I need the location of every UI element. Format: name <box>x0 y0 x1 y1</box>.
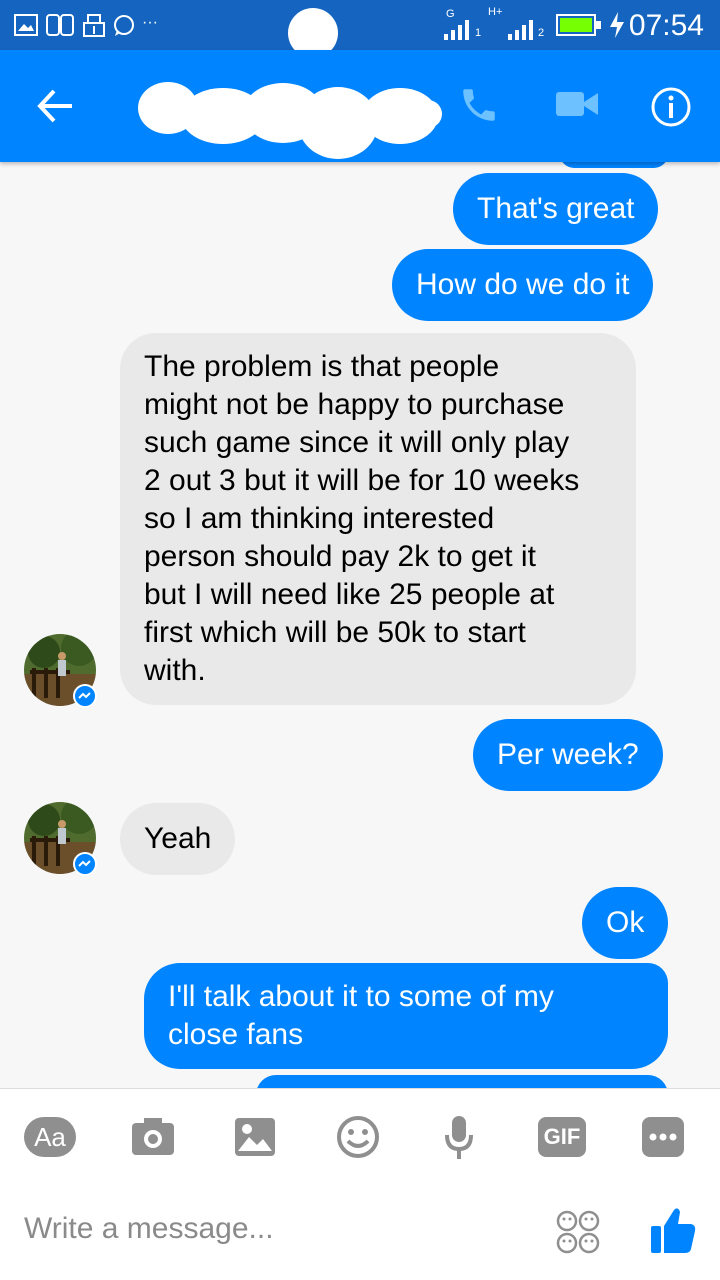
message-bubble-incoming[interactable]: Yeah <box>120 803 236 875</box>
messenger-badge-icon <box>73 684 97 708</box>
gif-label: GIF <box>543 1124 581 1149</box>
gif-icon[interactable]: GIF <box>538 1117 586 1157</box>
messenger-badge-icon <box>73 852 97 876</box>
message-bubble-outgoing[interactable]: Per week? <box>473 719 663 791</box>
message-bubble-partial[interactable] <box>256 1075 668 1088</box>
whatsapp-icon <box>114 15 134 36</box>
microphone-icon[interactable] <box>444 1115 474 1161</box>
picture-icon <box>14 14 38 36</box>
message-list[interactable]: That's great How do we do it The problem… <box>0 162 720 1088</box>
more-icon[interactable] <box>642 1117 684 1157</box>
battery-icon <box>556 14 601 36</box>
back-arrow-icon[interactable] <box>36 86 76 126</box>
thumbs-up-icon[interactable] <box>650 1206 696 1254</box>
message-bubble-partial[interactable] <box>560 162 668 168</box>
message-bubble-outgoing[interactable]: Ok <box>582 887 669 959</box>
signal1-sim: 1 <box>475 27 482 39</box>
video-camera-icon[interactable] <box>556 90 598 118</box>
message-bubble-outgoing[interactable]: How do we do it <box>392 249 654 321</box>
charging-icon <box>610 12 624 38</box>
message-bubble-outgoing[interactable]: That's great <box>453 173 659 245</box>
text-format-icon[interactable]: Aa <box>24 1117 76 1157</box>
status-bar: ··· G 1 H+ 2 07:54 <box>0 0 720 58</box>
contact-name-redaction[interactable] <box>138 68 444 162</box>
status-time: 07:54 <box>628 9 704 42</box>
signal-icon <box>508 20 533 40</box>
signal2-sim: 2 <box>538 27 545 39</box>
sticker-faces-icon[interactable] <box>556 1210 600 1254</box>
camera-icon[interactable] <box>130 1117 176 1157</box>
voicemail-icon <box>46 14 74 36</box>
conversation-header <box>0 50 720 162</box>
signal1-label: G <box>446 8 455 20</box>
message-bubble-outgoing[interactable]: I'll talk about it to some of my close f… <box>144 963 668 1069</box>
more-dots-icon: ··· <box>142 14 158 31</box>
message-input[interactable]: Write a message... <box>24 1212 274 1246</box>
composer-bar: Aa GIF <box>0 1088 720 1280</box>
emoji-icon[interactable] <box>336 1115 380 1159</box>
aa-label: Aa <box>34 1122 66 1152</box>
message-bubble-incoming[interactable]: The problem is that people might not be … <box>120 333 636 705</box>
signal2-label: H+ <box>488 6 503 18</box>
signal-icon <box>444 20 469 40</box>
info-icon[interactable] <box>650 86 692 128</box>
usb-icon <box>83 14 105 37</box>
gallery-icon[interactable] <box>234 1117 276 1157</box>
phone-icon[interactable] <box>458 84 500 126</box>
